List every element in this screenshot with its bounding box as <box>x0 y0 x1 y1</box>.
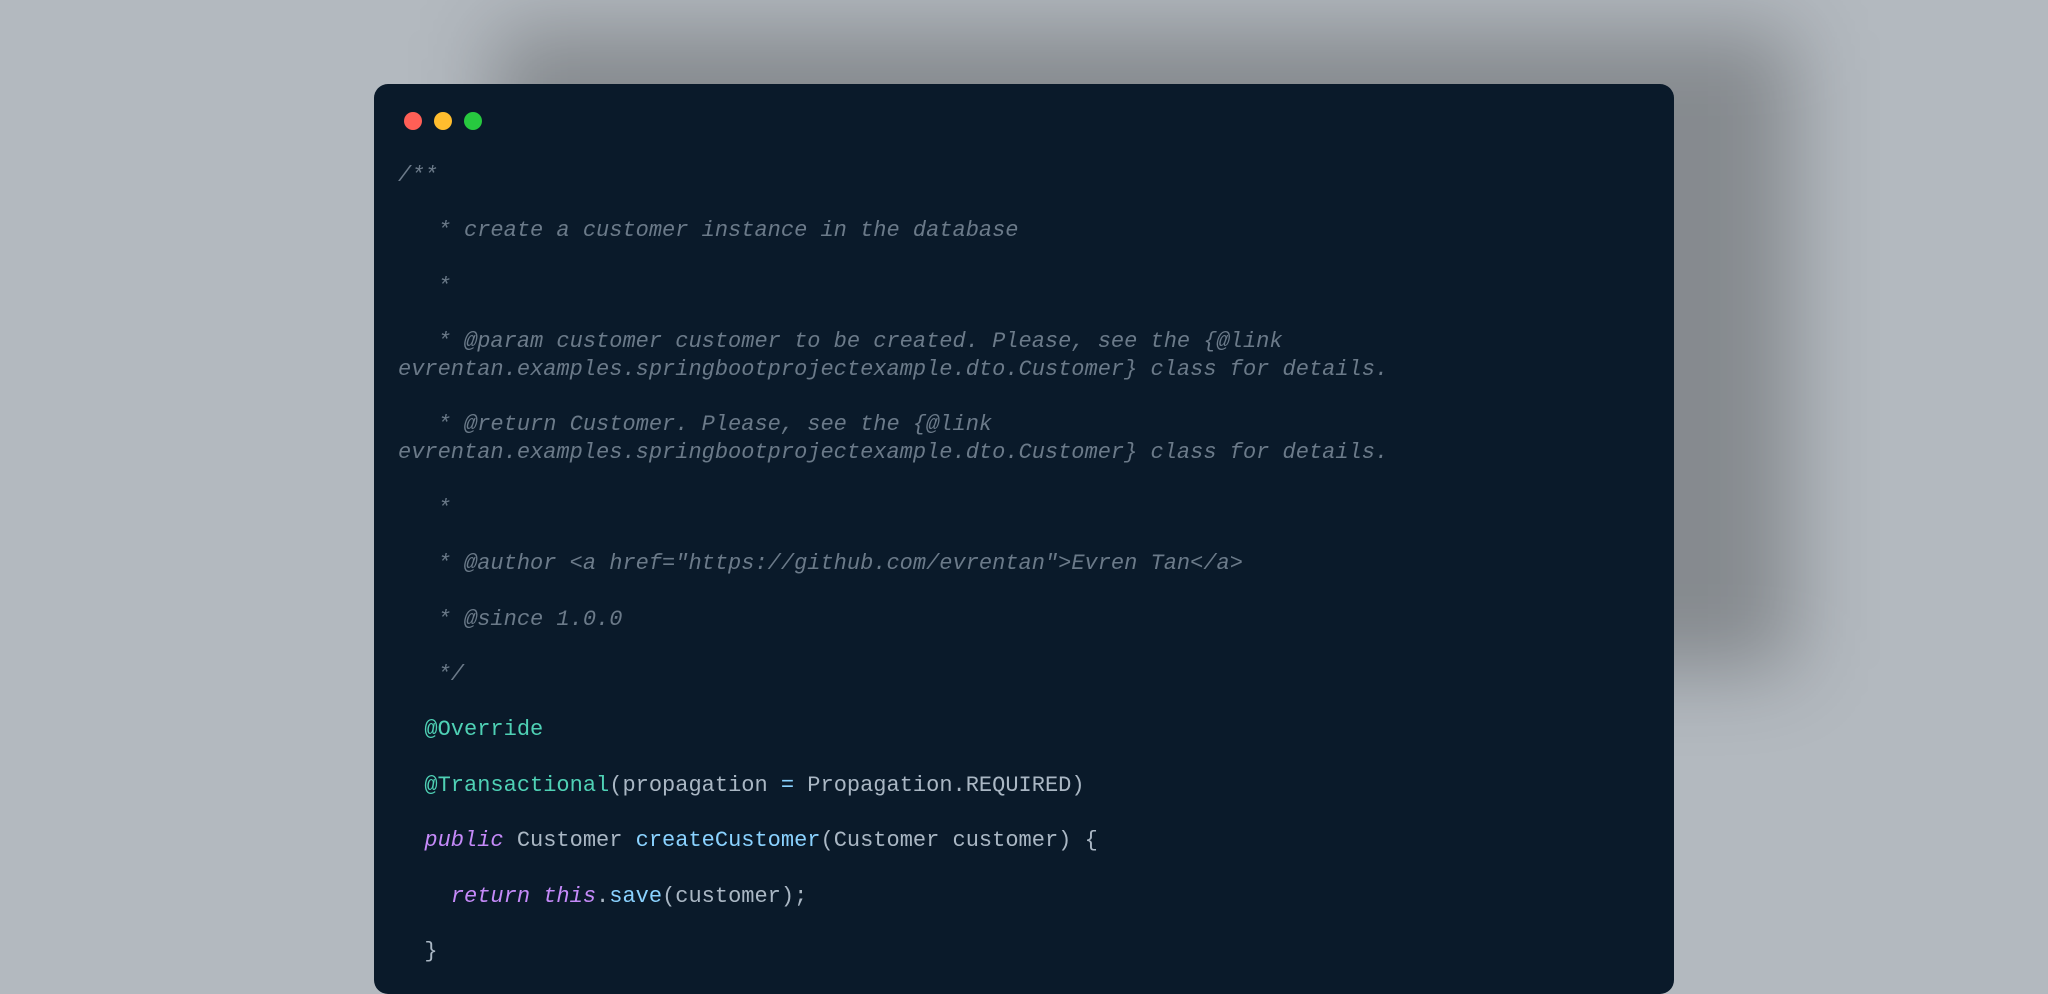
return-type: Customer <box>517 828 623 853</box>
brace-open: { <box>1085 828 1098 853</box>
dot: . <box>596 884 609 909</box>
paren-open: ( <box>609 773 622 798</box>
annotation-override: @Override <box>398 717 543 742</box>
code-window: /** * create a customer instance in the … <box>374 84 1674 994</box>
paren-close: ) <box>1071 773 1084 798</box>
annotation-transactional: @Transactional <box>424 773 609 798</box>
indent <box>398 773 424 798</box>
annotation-arg-name: propagation <box>622 773 780 798</box>
doc-comment-line: * @since 1.0.0 <box>398 606 1650 634</box>
keyword-return: return <box>451 884 530 909</box>
equals-icon: = <box>781 773 794 798</box>
indent <box>398 828 424 853</box>
param-type: Customer <box>834 828 940 853</box>
doc-comment-line: * @return Customer. Please, see the {@li… <box>398 411 1650 466</box>
paren-close: ) <box>781 884 794 909</box>
doc-comment-line: * @author <a href="https://github.com/ev… <box>398 550 1650 578</box>
dot: . <box>953 773 966 798</box>
paren-open: ( <box>821 828 834 853</box>
paren-close: ) <box>1058 828 1071 853</box>
doc-comment-line: * <box>398 495 1650 523</box>
brace-close: } <box>424 939 437 964</box>
param-name: customer <box>953 828 1059 853</box>
code-block: /** * create a customer instance in the … <box>398 162 1650 966</box>
doc-comment-line: /** <box>398 162 1650 190</box>
keyword-this: this <box>543 884 596 909</box>
call-arg: customer <box>675 884 781 909</box>
indent <box>398 884 451 909</box>
minimize-icon[interactable] <box>434 112 452 130</box>
semicolon: ; <box>794 884 807 909</box>
doc-comment-line: * <box>398 273 1650 301</box>
doc-comment-line: * @param customer customer to be created… <box>398 328 1650 383</box>
doc-comment-line: * create a customer instance in the data… <box>398 217 1650 245</box>
indent <box>398 939 424 964</box>
annotation-arg-value-class: Propagation <box>794 773 952 798</box>
close-icon[interactable] <box>404 112 422 130</box>
method-call-save: save <box>609 884 662 909</box>
traffic-lights <box>404 112 1650 130</box>
keyword-public: public <box>424 828 503 853</box>
method-name: createCustomer <box>636 828 821 853</box>
annotation-arg-value-const: REQUIRED <box>966 773 1072 798</box>
doc-comment-line: */ <box>398 661 1650 689</box>
maximize-icon[interactable] <box>464 112 482 130</box>
paren-open: ( <box>662 884 675 909</box>
